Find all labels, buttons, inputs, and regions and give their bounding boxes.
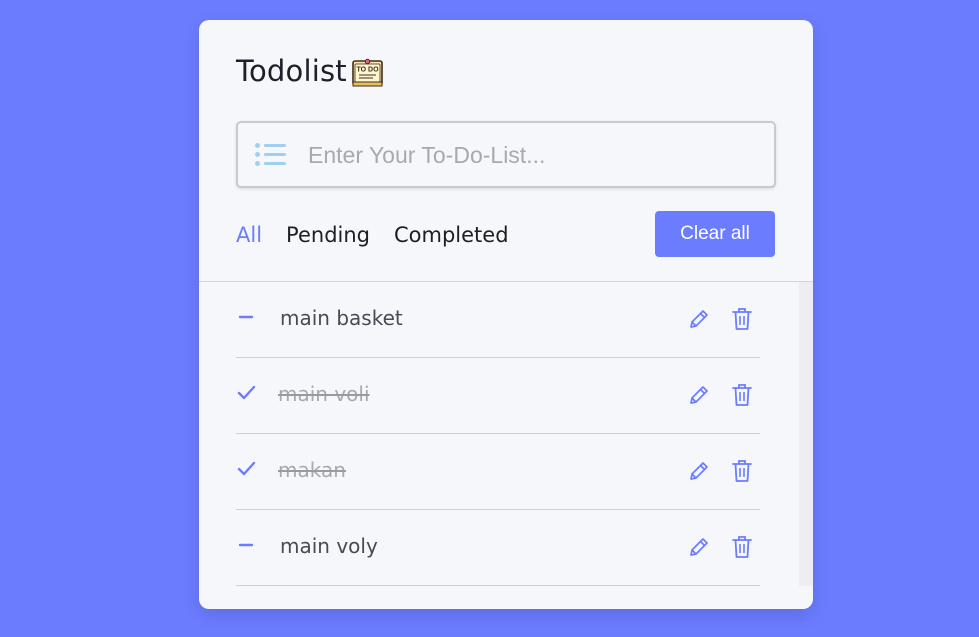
scrollbar[interactable]	[799, 282, 813, 586]
header: Todolist TO DO	[236, 54, 384, 88]
app-title: Todolist	[236, 54, 347, 88]
filter-pending[interactable]: Pending	[286, 223, 370, 247]
task-input-wrapper	[236, 121, 776, 188]
task-list: main basket main voli makan main voly	[199, 282, 813, 609]
filter-completed[interactable]: Completed	[394, 223, 509, 247]
task-input[interactable]	[306, 138, 760, 172]
edit-pencil-icon[interactable]	[687, 307, 711, 331]
task-row: main voly	[236, 510, 760, 586]
check-icon[interactable]	[236, 458, 258, 480]
task-label: main basket	[280, 306, 403, 330]
todo-note-icon: TO DO	[352, 58, 383, 86]
edit-pencil-icon[interactable]	[687, 535, 711, 559]
svg-text:TO DO: TO DO	[356, 66, 379, 73]
task-label: makan	[278, 458, 346, 482]
trash-icon[interactable]	[732, 307, 752, 331]
check-icon[interactable]	[236, 382, 258, 404]
trash-icon[interactable]	[732, 383, 752, 407]
task-row: main basket	[236, 282, 760, 358]
task-label: main voly	[280, 534, 378, 558]
edit-pencil-icon[interactable]	[687, 383, 711, 407]
clear-all-button[interactable]: Clear all	[655, 211, 775, 257]
todo-card: Todolist TO DO All Pending Completed Cle…	[199, 20, 813, 609]
task-row: main voli	[236, 358, 760, 434]
pending-dash-icon[interactable]	[236, 534, 258, 556]
filter-tabs: All Pending Completed	[236, 223, 509, 247]
list-icon	[255, 143, 286, 166]
trash-icon[interactable]	[732, 459, 752, 483]
filter-all[interactable]: All	[236, 223, 262, 247]
trash-icon[interactable]	[732, 535, 752, 559]
edit-pencil-icon[interactable]	[687, 459, 711, 483]
task-row: makan	[236, 434, 760, 510]
pending-dash-icon[interactable]	[236, 306, 258, 328]
task-label: main voli	[278, 382, 370, 406]
